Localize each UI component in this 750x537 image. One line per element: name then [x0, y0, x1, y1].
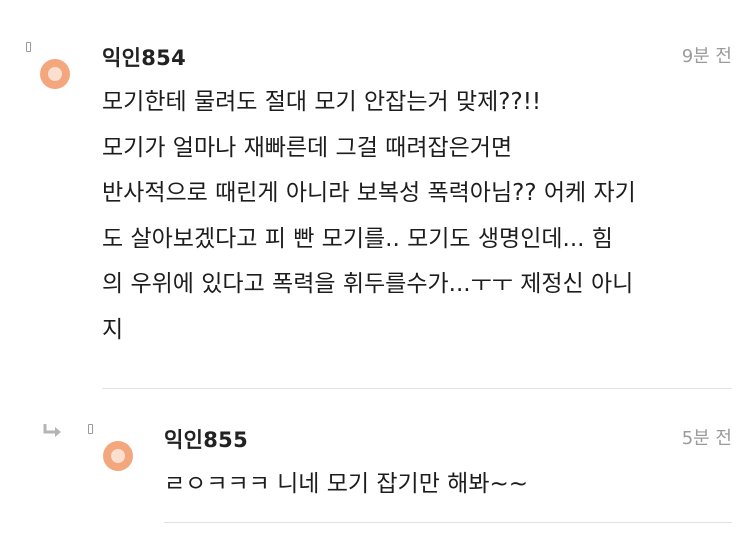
comment-line: ㄹㅇㅋㅋㅋ 니네 모기 잡기만 해봐~~	[164, 471, 529, 497]
reply-divider	[164, 522, 732, 523]
comment-line: 반사적으로 때린게 아니라 보복성 폭력아님?? 어케 자기	[102, 180, 636, 206]
bookmark-icon[interactable]	[26, 42, 31, 52]
comment-line: 모기가 얼마나 재빠른데 그걸 때려잡은거면	[102, 134, 513, 161]
reply-timestamp: 5분 전	[681, 428, 732, 449]
avatar	[103, 441, 133, 471]
comment-line: 의 우위에 있다고 폭력을 휘두를수가...ㅜㅜ 제정신 아니	[102, 271, 634, 297]
comment-divider	[102, 388, 732, 389]
reply-nickname[interactable]: 익인855	[164, 424, 248, 454]
comment-line: 지	[102, 316, 124, 343]
reply-body: ㄹㅇㅋㅋㅋ 니네 모기 잡기만 해봐~~	[164, 462, 528, 508]
comment-timestamp: 9분 전	[681, 46, 732, 67]
comment-line: 도 살아보겠다고 피 빤 모기를.. 모기도 생명인데... 힘	[102, 225, 613, 252]
reply-arrow-icon	[43, 424, 61, 437]
comment-body: 모기한테 물려도 절대 모기 안잡는거 맞제??!! 모기가 얼마나 재빠른데 …	[102, 80, 636, 353]
bookmark-icon[interactable]	[88, 424, 93, 434]
comment-line: 모기한테 물려도 절대 모기 안잡는거 맞제??!!	[102, 89, 542, 115]
comment-nickname[interactable]: 익인854	[102, 42, 186, 72]
avatar	[40, 59, 70, 89]
